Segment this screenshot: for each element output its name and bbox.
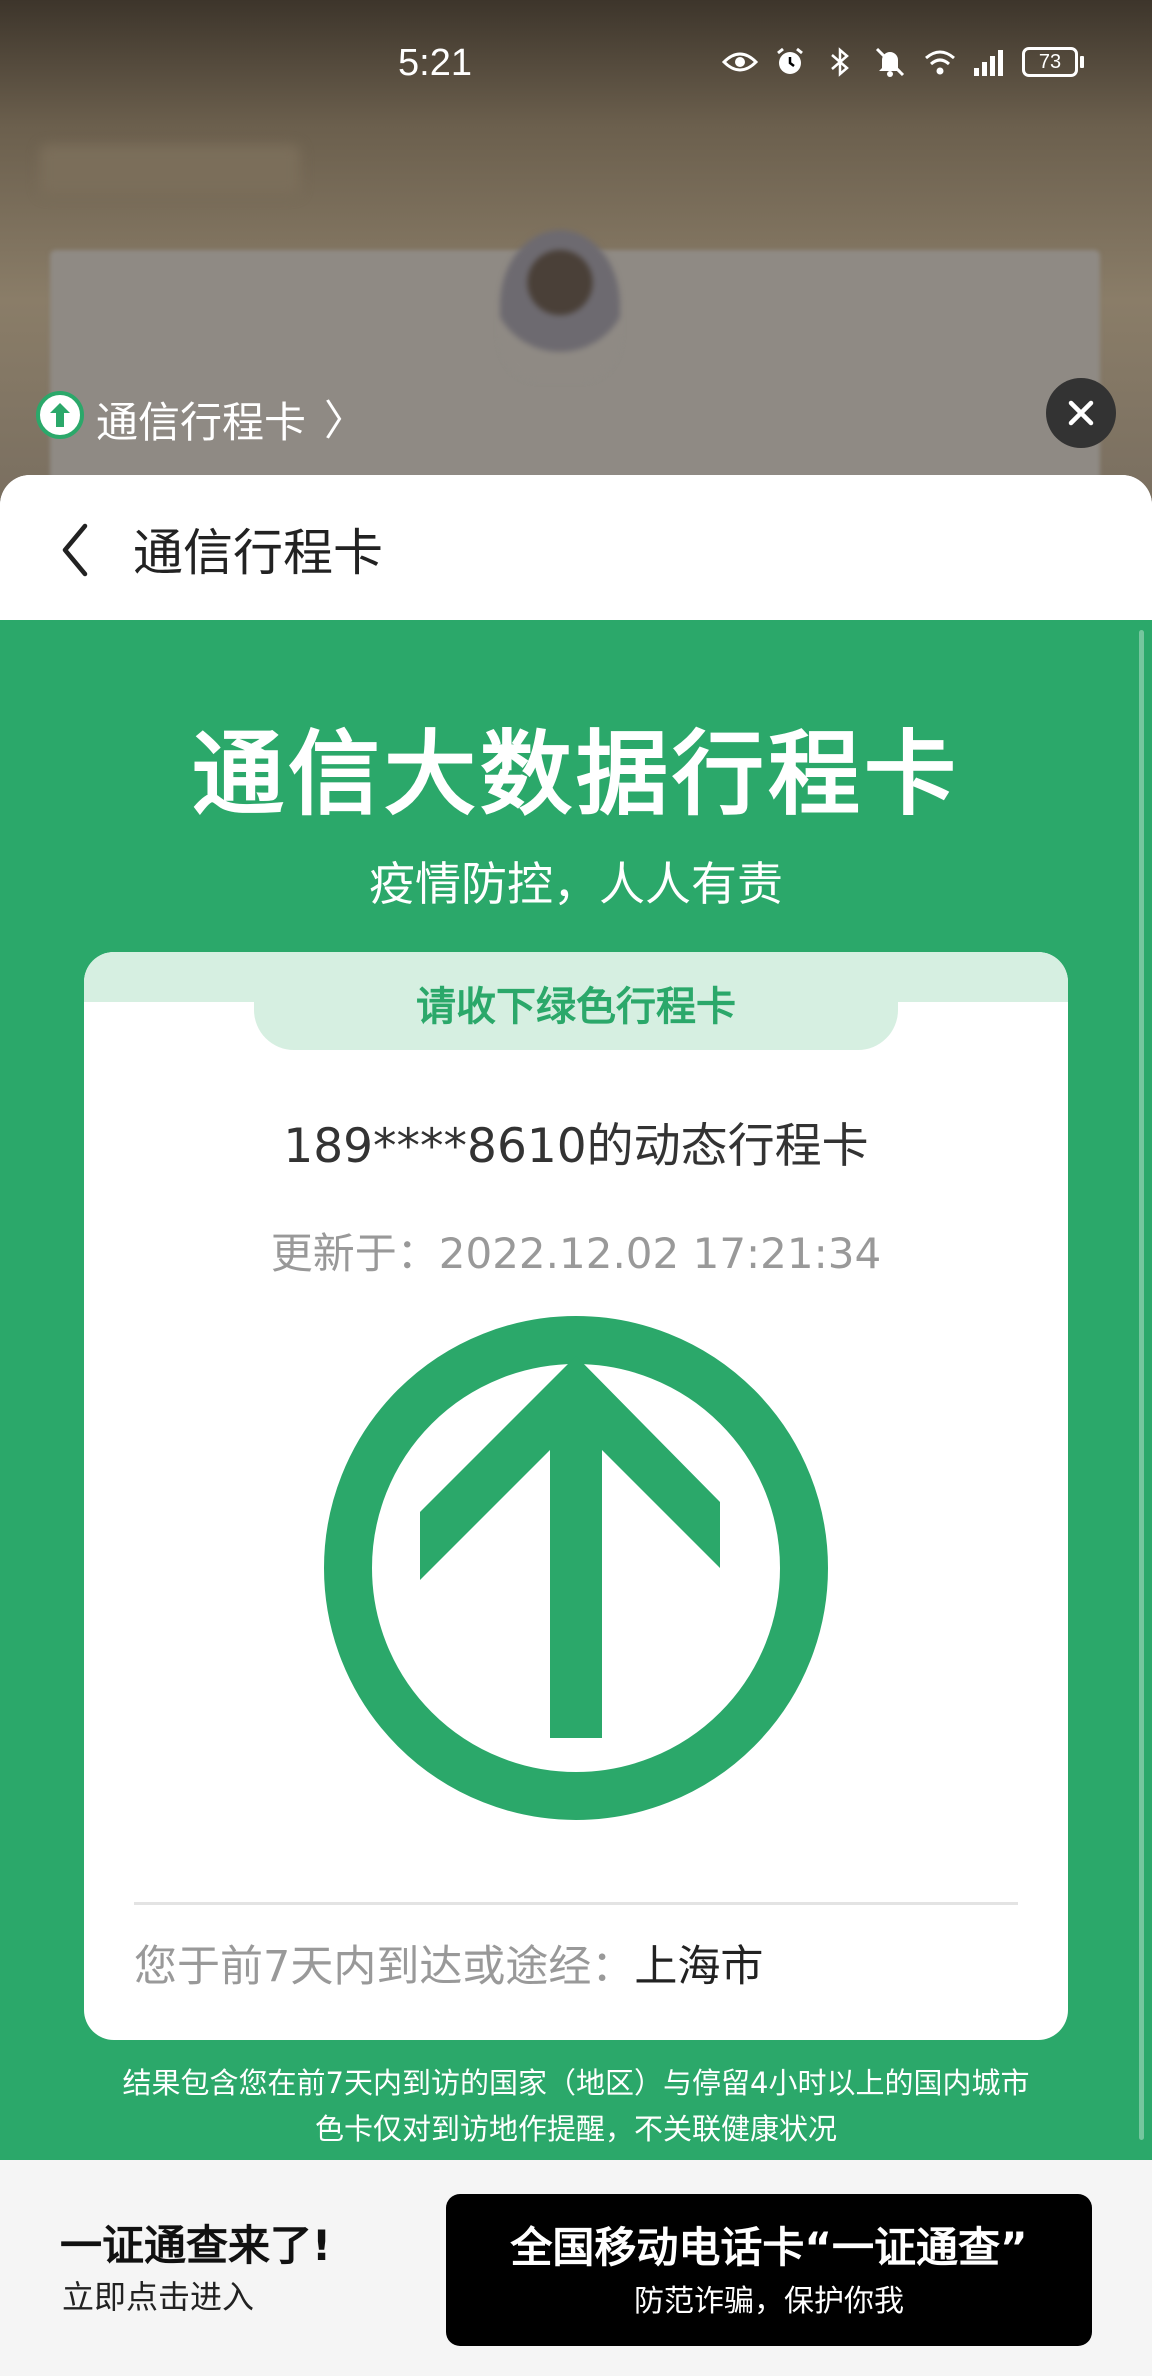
visited-label: 您于前7天内到达或途经： [134, 1942, 635, 1992]
status-bar: 5:21 73 [0, 0, 1152, 135]
main-heading: 通信大数据行程卡 [191, 721, 960, 828]
navigation-bar: 通信行程卡 [0, 475, 1152, 620]
promo-button-subtitle: 防范诈骗，保护你我 [634, 2284, 904, 2319]
alarm-icon [772, 44, 808, 80]
status-icons: 73 [722, 44, 1084, 80]
blurred-background-photo [500, 230, 620, 380]
visited-city: 上海市 [634, 1942, 764, 1992]
travel-card-panel: 通信大数据行程卡 疫情防控，人人有责 请收下绿色行程卡 189****8610的… [0, 620, 1152, 2160]
promo-title[interactable]: 一证通查来了! [60, 2212, 331, 2273]
eye-icon [722, 44, 758, 80]
green-arrow-icon [320, 1312, 832, 1824]
promo-subtitle[interactable]: 立即点击进入 [62, 2272, 254, 2318]
travel-card-logo-icon [36, 391, 84, 439]
close-button[interactable] [1046, 378, 1116, 448]
promo-button[interactable]: 全国移动电话卡“一证通查” 防范诈骗，保护你我 [446, 2194, 1092, 2346]
status-time: 5:21 [398, 42, 472, 84]
blurred-background-bar [40, 145, 300, 195]
close-icon [1068, 400, 1094, 426]
page-title: 通信行程卡 [133, 524, 383, 582]
signal-icon [972, 44, 1008, 80]
card-tab-label: 请收下绿色行程卡 [416, 984, 736, 1030]
battery-level: 73 [1022, 47, 1078, 77]
disclaimer-line-2: 色卡仅对到访地作提醒，不关联健康状况 [314, 2112, 837, 2146]
miniapp-title[interactable]: 通信行程卡 [96, 389, 306, 450]
disclaimer-line-1: 结果包含您在前7天内到访的国家（地区）与停留4小时以上的国内城市 [122, 2066, 1030, 2100]
promo-button-title: 全国移动电话卡“一证通查” [510, 2223, 1028, 2272]
back-button[interactable] [40, 515, 110, 585]
miniapp-sheet: 通信行程卡 通信大数据行程卡 疫情防控，人人有责 请收下绿色行程卡 189***… [0, 475, 1152, 2376]
slogan: 疫情防控，人人有责 [369, 857, 783, 911]
travel-card: 请收下绿色行程卡 189****8610的动态行程卡 更新于：2022.12.0… [84, 952, 1068, 2040]
chevron-right-icon[interactable]: 〉 [324, 387, 366, 448]
bluetooth-icon [822, 44, 858, 80]
battery-tip [1080, 56, 1084, 68]
updated-timestamp: 更新于：2022.12.02 17:21:34 [270, 1229, 882, 1278]
chevron-left-icon [62, 523, 88, 577]
wifi-icon [922, 44, 958, 80]
battery-indicator: 73 [1022, 47, 1084, 77]
visited-cities: 您于前7天内到达或途经：上海市 [134, 1932, 763, 1994]
promo-banner[interactable]: 一证通查来了! 立即点击进入 全国移动电话卡“一证通查” 防范诈骗，保护你我 [0, 2160, 1152, 2376]
card-divider [134, 1902, 1018, 1905]
phone-number-line: 189****8610的动态行程卡 [283, 1119, 869, 1174]
disclaimer: 结果包含您在前7天内到访的国家（地区）与停留4小时以上的国内城市 色卡仅对到访地… [0, 2060, 1152, 2152]
miniapp-header[interactable]: 通信行程卡 〉 [0, 375, 1152, 455]
mute-icon [872, 44, 908, 80]
